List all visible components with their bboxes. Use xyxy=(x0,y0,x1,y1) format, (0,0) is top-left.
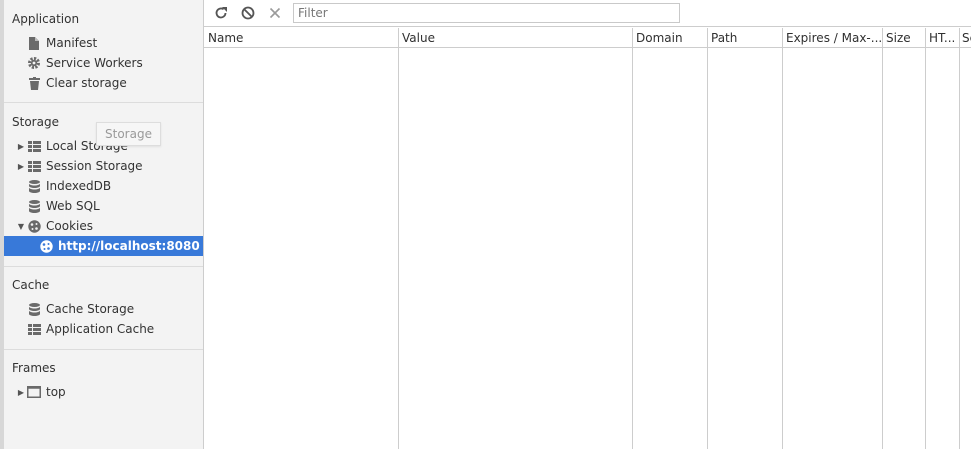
sidebar-item-label: top xyxy=(46,385,66,399)
sidebar-item-label: Clear storage xyxy=(46,76,127,90)
column-divider[interactable] xyxy=(925,28,926,449)
sidebar-item-label: Session Storage xyxy=(46,159,143,173)
sidebar-item-indexeddb[interactable]: IndexedDB xyxy=(4,176,203,196)
close-icon xyxy=(269,7,281,22)
delete-selected-button[interactable] xyxy=(266,5,284,23)
expand-arrow-icon[interactable]: ▶ xyxy=(16,388,26,397)
sidebar-item-label: Cookies xyxy=(46,219,93,233)
section-title-cache: Cache xyxy=(12,278,50,292)
toolbar xyxy=(204,0,971,27)
column-header-value[interactable]: Value xyxy=(398,28,632,48)
grid-icon xyxy=(26,322,42,336)
column-header-name[interactable]: Name xyxy=(204,28,398,48)
column-header-path[interactable]: Path xyxy=(707,28,782,48)
block-icon xyxy=(241,6,255,23)
column-header-expires[interactable]: Expires / Max-... xyxy=(782,28,882,48)
refresh-button[interactable] xyxy=(212,5,230,23)
table-header: Name Value Domain Path Expires / Max-...… xyxy=(204,28,971,48)
column-header-secure[interactable]: Se xyxy=(959,28,971,48)
sidebar: Application Manifest Service Workers Cle… xyxy=(0,0,204,449)
sidebar-item-label: Service Workers xyxy=(46,56,143,70)
sidebar-item-web-sql[interactable]: Web SQL xyxy=(4,196,203,216)
sidebar-item-label: IndexedDB xyxy=(46,179,112,193)
column-divider[interactable] xyxy=(398,28,399,449)
sidebar-item-clear-storage[interactable]: Clear storage xyxy=(4,73,203,93)
database-icon xyxy=(26,302,42,316)
document-icon xyxy=(26,36,42,50)
database-icon xyxy=(26,199,42,213)
section-title-storage: Storage xyxy=(12,115,59,129)
column-divider[interactable] xyxy=(707,28,708,449)
column-divider[interactable] xyxy=(632,28,633,449)
clear-all-button[interactable] xyxy=(239,5,257,23)
sidebar-item-cookies[interactable]: ▼ Cookies xyxy=(4,216,203,236)
sidebar-item-label: Manifest xyxy=(46,36,98,50)
grid-icon xyxy=(26,159,42,173)
sidebar-item-manifest[interactable]: Manifest xyxy=(4,33,203,53)
sidebar-item-session-storage[interactable]: ▶ Session Storage xyxy=(4,156,203,176)
sidebar-item-label: Application Cache xyxy=(46,322,155,336)
section-title-application: Application xyxy=(12,12,80,26)
sidebar-item-cache-storage[interactable]: Cache Storage xyxy=(4,299,203,319)
divider xyxy=(4,102,203,103)
column-divider[interactable] xyxy=(882,28,883,449)
filter-input[interactable] xyxy=(293,3,680,23)
cookie-icon xyxy=(26,219,42,233)
collapse-arrow-icon[interactable]: ▼ xyxy=(16,222,26,231)
divider xyxy=(4,349,203,350)
sidebar-item-application-cache[interactable]: Application Cache xyxy=(4,319,203,339)
column-header-size[interactable]: Size xyxy=(882,28,925,48)
expand-arrow-icon[interactable]: ▶ xyxy=(16,142,26,151)
refresh-icon xyxy=(214,6,228,23)
cookie-icon xyxy=(38,239,54,253)
database-icon xyxy=(26,179,42,193)
sidebar-item-label: Web SQL xyxy=(46,199,100,213)
grid-icon xyxy=(26,139,42,153)
divider xyxy=(4,266,203,267)
section-title-frames: Frames xyxy=(12,361,56,375)
column-divider[interactable] xyxy=(959,28,960,449)
sidebar-item-label: http://localhost:8080 xyxy=(58,239,200,253)
cookies-panel: Name Value Domain Path Expires / Max-...… xyxy=(204,0,971,449)
sidebar-item-frame-top[interactable]: ▶ top xyxy=(4,382,203,402)
column-divider[interactable] xyxy=(782,28,783,449)
sidebar-item-label: Cache Storage xyxy=(46,302,135,316)
column-header-httponly[interactable]: HT... xyxy=(925,28,959,48)
tooltip: Storage xyxy=(96,122,161,146)
column-header-domain[interactable]: Domain xyxy=(632,28,707,48)
sidebar-item-cookie-localhost[interactable]: http://localhost:8080 xyxy=(4,236,203,256)
frame-icon xyxy=(26,385,42,399)
gear-icon xyxy=(26,56,42,70)
trash-icon xyxy=(26,76,42,90)
sidebar-item-service-workers[interactable]: Service Workers xyxy=(4,53,203,73)
expand-arrow-icon[interactable]: ▶ xyxy=(16,162,26,171)
